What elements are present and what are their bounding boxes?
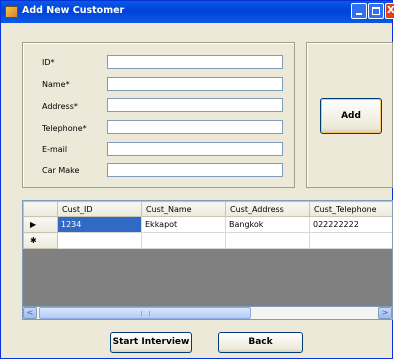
id-field[interactable] xyxy=(107,55,283,69)
close-button[interactable]: X xyxy=(385,3,395,19)
maximize-button[interactable] xyxy=(368,3,384,19)
scroll-left-icon[interactable]: < xyxy=(23,307,37,319)
email-field[interactable] xyxy=(107,142,283,156)
id-label: ID* xyxy=(42,58,55,67)
address-field[interactable] xyxy=(107,98,283,112)
scroll-right-icon[interactable]: > xyxy=(378,307,392,319)
column-header-cust-telephone[interactable]: Cust_Telephone xyxy=(309,201,392,217)
name-label: Name* xyxy=(42,80,70,89)
column-header-cust-id[interactable]: Cust_ID xyxy=(57,201,142,217)
horizontal-scrollbar[interactable]: < > xyxy=(22,306,393,320)
telephone-label: Telephone* xyxy=(42,124,87,133)
app-icon xyxy=(5,6,18,18)
table-cell[interactable] xyxy=(225,232,310,249)
minimize-icon xyxy=(356,13,362,15)
customer-table: Cust_ID Cust_Name Cust_Address Cust_Tele… xyxy=(23,201,392,249)
table-cell[interactable] xyxy=(57,232,142,249)
table-cell[interactable]: Ekkapot xyxy=(141,216,226,233)
title-bar[interactable]: Add New Customer X xyxy=(1,1,395,23)
grip-icon xyxy=(141,311,150,316)
table-cell[interactable] xyxy=(141,232,226,249)
new-row-indicator-icon[interactable]: ✱ xyxy=(23,232,58,249)
row-header-corner xyxy=(23,201,58,217)
header-row: Cust_ID Cust_Name Cust_Address Cust_Tele… xyxy=(23,201,392,217)
column-header-cust-address[interactable]: Cust_Address xyxy=(225,201,310,217)
scroll-thumb[interactable] xyxy=(39,307,251,319)
minimize-button[interactable] xyxy=(351,3,367,19)
new-row[interactable]: ✱ xyxy=(23,232,392,249)
car-make-label: Car Make xyxy=(42,166,80,175)
start-interview-button[interactable]: Start Interview xyxy=(110,332,192,353)
add-button[interactable]: Add xyxy=(320,98,382,134)
telephone-field[interactable] xyxy=(107,120,283,134)
maximize-icon xyxy=(372,7,380,15)
table-row[interactable]: ▶ 1234 Ekkapot Bangkok 022222222 xyxy=(23,216,392,233)
table-cell[interactable]: 022222222 xyxy=(309,216,392,233)
table-cell[interactable] xyxy=(309,232,392,249)
current-row-indicator-icon[interactable]: ▶ xyxy=(23,216,58,233)
car-make-field[interactable] xyxy=(107,163,283,177)
customer-grid[interactable]: Cust_ID Cust_Name Cust_Address Cust_Tele… xyxy=(22,200,393,320)
table-cell[interactable]: Bangkok xyxy=(225,216,310,233)
window-title: Add New Customer xyxy=(22,5,125,16)
name-field[interactable] xyxy=(107,77,283,91)
address-label: Address* xyxy=(42,102,78,111)
column-header-cust-name[interactable]: Cust_Name xyxy=(141,201,226,217)
email-label: E-mail xyxy=(42,145,68,154)
back-button[interactable]: Back xyxy=(218,332,303,353)
close-icon: X xyxy=(387,5,395,16)
table-cell[interactable]: 1234 xyxy=(57,216,142,233)
